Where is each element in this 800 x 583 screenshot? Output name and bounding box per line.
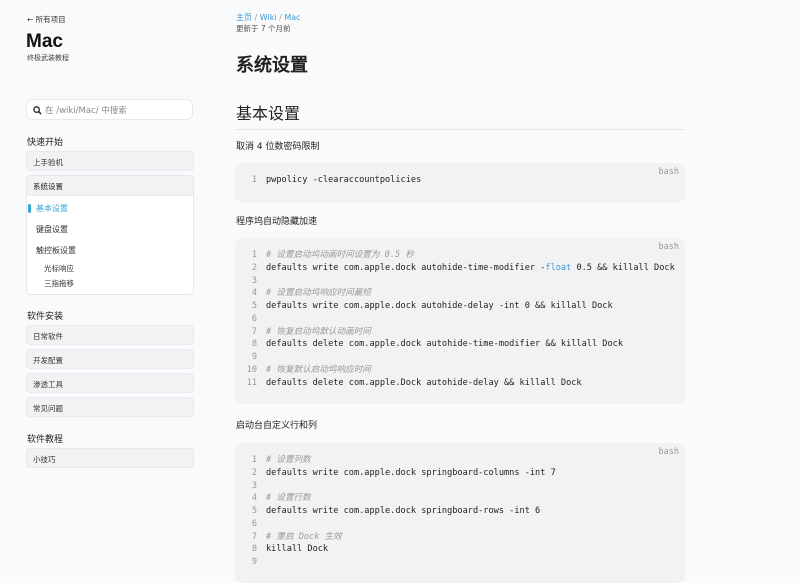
sidebar-subsubitem[interactable]: 光标响应 xyxy=(44,263,74,274)
code-comment: # 恢复启动坞默认动画时间 xyxy=(266,326,371,337)
code-comment: # 重启 Dock 生效 xyxy=(266,531,342,542)
line-number: 9 xyxy=(251,557,257,567)
line-number: 3 xyxy=(251,275,257,286)
code-line: 4 # 设置启动坞响应时间最短 xyxy=(243,287,685,300)
line-number: 7 xyxy=(251,531,257,542)
code-line: 8 killall Dock xyxy=(243,543,685,556)
code-line: 3 xyxy=(243,275,685,288)
code-text: defaults delete com.apple.dock autohide-… xyxy=(266,339,623,350)
sidebar-item[interactable]: 常见问题 xyxy=(26,397,194,417)
code-block[interactable]: bash 1 # 设置列数 2 defaults write com.apple.doc… xyxy=(235,443,685,583)
updated-time: 更新于 7 个月前 xyxy=(236,24,291,33)
code-line: 1 # 设置列数 xyxy=(243,454,685,467)
sidebar-subitem[interactable]: 键盘设置 xyxy=(36,224,68,235)
section-quick-start: 快速开始 xyxy=(27,138,64,148)
code-line: 7 # 重启 Dock 生效 xyxy=(243,531,685,544)
code-line: 6 xyxy=(243,518,685,531)
code-line: 7 # 恢复启动坞默认动画时间 xyxy=(243,326,685,339)
line-number: 4 xyxy=(251,493,257,504)
line-number: 7 xyxy=(251,326,257,337)
code-line: 4 # 设置行数 xyxy=(243,492,685,505)
line-number: 8 xyxy=(251,339,257,350)
line-number: 10 xyxy=(246,364,257,375)
breadcrumb-wiki[interactable]: Wiki xyxy=(260,13,277,22)
page-title: 系统设置 xyxy=(236,55,308,76)
sidebar-subitem[interactable]: 触控板设置 xyxy=(36,245,76,256)
code-line: 2 defaults write com.apple.dock springboa… xyxy=(243,467,685,480)
line-number: 2 xyxy=(251,262,257,273)
code-line: 8 defaults delete com.apple.dock autohide… xyxy=(243,338,685,351)
sidebar-subitem-active[interactable]: 基本设置 xyxy=(36,203,68,214)
code-language-label: bash xyxy=(658,447,679,457)
breadcrumb-home[interactable]: 主页 xyxy=(236,13,252,22)
block-heading: 程序坞自动隐藏加速 xyxy=(236,217,318,227)
line-number: 1 xyxy=(251,175,257,185)
line-number: 1 xyxy=(251,250,257,260)
line-number: 4 xyxy=(251,288,257,299)
block-heading: 启动台自定义行和列 xyxy=(236,421,318,431)
code-text: killall Dock xyxy=(266,544,329,555)
code-line: 1 # 设置启动坞动画时间设置为 0.5 秒 xyxy=(243,249,685,262)
code-line: 5 defaults write com.apple.dock autohide-… xyxy=(243,300,685,313)
code-block[interactable]: bash 1 # 设置启动坞动画时间设置为 0.5 秒 2 defaults write… xyxy=(235,238,685,404)
code-line: 2 defaults write com.apple.dock autohide-… xyxy=(243,262,685,275)
line-number: 8 xyxy=(251,544,257,555)
section-title: 基本设置 xyxy=(236,100,685,130)
code-text: defaults delete com.apple.Dock autohide-… xyxy=(266,377,582,388)
code-text: 0.5 && killall Dock xyxy=(571,262,675,273)
sidebar-group-header[interactable]: 系统设置 xyxy=(27,176,193,196)
search-input[interactable]: 在 /wiki/Mac/ 中搜索 xyxy=(26,99,193,120)
code-comment: # 设置行数 xyxy=(266,493,311,504)
code-line: 6 xyxy=(243,313,685,326)
line-number: 6 xyxy=(251,313,257,324)
code-keyword: float xyxy=(545,262,572,273)
code-comment: # 设置启动坞动画时间设置为 0.5 秒 xyxy=(266,250,414,260)
code-line: 9 xyxy=(243,556,685,569)
sidebar-group-system-settings: 系统设置 基本设置 键盘设置 触控板设置 光标响应 三指拖移 xyxy=(26,175,194,295)
sidebar-item[interactable]: 渗透工具 xyxy=(26,373,194,393)
line-number: 3 xyxy=(251,480,257,491)
code-line: 10 # 恢复默认启动坞响应时间 xyxy=(243,364,685,377)
sidebar-item[interactable]: 小技巧 xyxy=(26,448,194,468)
section-software-tutorial: 软件教程 xyxy=(27,435,64,445)
sidebar-subsubitem[interactable]: 三指拖移 xyxy=(44,278,74,289)
code-text: pwpolicy -clearaccountpolicies xyxy=(266,175,422,185)
code-block[interactable]: bash 1 pwpolicy -clearaccountpolicies xyxy=(235,163,685,203)
code-line: 1 pwpolicy -clearaccountpolicies xyxy=(243,174,685,187)
code-line: 9 xyxy=(243,351,685,364)
line-number: 11 xyxy=(246,377,257,388)
project-title: Mac xyxy=(26,31,63,52)
code-language-label: bash xyxy=(658,167,679,177)
sidebar-item[interactable]: 日常软件 xyxy=(26,325,194,345)
project-subtitle: 终极武装教程 xyxy=(27,54,69,62)
breadcrumb-mac[interactable]: Mac xyxy=(284,13,300,22)
line-number: 5 xyxy=(251,506,257,516)
line-number: 9 xyxy=(251,352,257,362)
code-line: 3 xyxy=(243,480,685,493)
code-text: defaults write com.apple.dock springboar… xyxy=(266,467,556,478)
line-number: 5 xyxy=(251,301,257,311)
line-number: 1 xyxy=(251,455,257,465)
code-comment: # 设置列数 xyxy=(266,455,311,465)
code-comment: # 设置启动坞响应时间最短 xyxy=(266,288,371,299)
line-number: 2 xyxy=(251,467,257,478)
code-comment: # 恢复默认启动坞响应时间 xyxy=(266,364,371,375)
search-icon xyxy=(33,106,42,115)
code-language-label: bash xyxy=(658,242,679,252)
code-text: defaults write com.apple.dock autohide-d… xyxy=(266,301,613,311)
search-placeholder: 在 /wiki/Mac/ 中搜索 xyxy=(45,106,127,116)
active-indicator xyxy=(28,204,31,213)
breadcrumb: 主页 / Wiki / Mac xyxy=(236,13,301,22)
line-number: 6 xyxy=(251,518,257,529)
sidebar: ← 所有项目 Mac 终极武装教程 在 /wiki/Mac/ 中搜索 快速开始 … xyxy=(0,0,210,563)
code-text: defaults write com.apple.dock springboar… xyxy=(266,506,541,516)
back-to-all-projects-link[interactable]: ← 所有项目 xyxy=(27,14,66,25)
code-line: 5 defaults write com.apple.dock springboa… xyxy=(243,505,685,518)
sidebar-item[interactable]: 开发配置 xyxy=(26,349,194,369)
code-text: defaults write com.apple.dock autohide-t… xyxy=(266,262,546,273)
sidebar-item[interactable]: 上手验机 xyxy=(26,151,194,171)
code-line: 11 defaults delete com.apple.Dock autohid… xyxy=(243,377,685,390)
block-heading: 取消 4 位数密码限制 xyxy=(236,142,320,152)
section-software-install: 软件安装 xyxy=(27,312,64,322)
